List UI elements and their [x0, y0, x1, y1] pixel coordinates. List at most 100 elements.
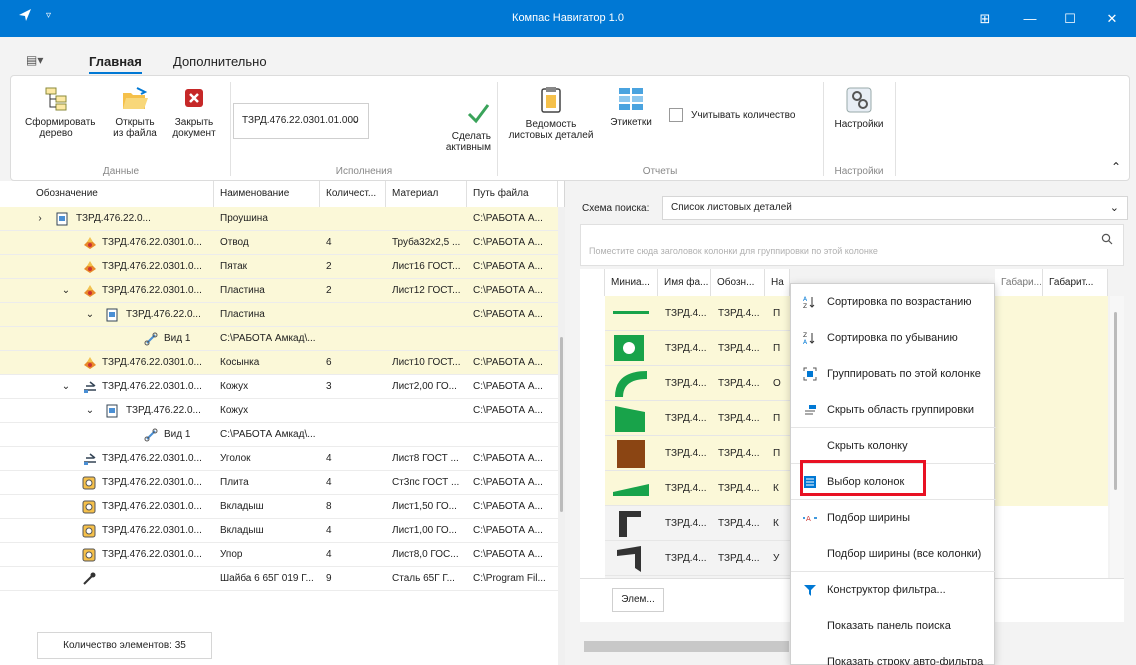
grid-row[interactable]: ТЗРД.4... ТЗРД.4... О [605, 366, 790, 401]
col-designation[interactable]: Обозначение [30, 181, 214, 207]
tree-row[interactable]: ТЗРД.476.22.0301.0... Упор 4 Лист8,0 ГОС...… [0, 543, 558, 567]
group-drop-area[interactable]: Поместите сюда заголовок колонки для гру… [580, 224, 1124, 266]
cell-quantity [326, 327, 384, 351]
settings-button[interactable]: Настройки [829, 86, 889, 130]
col-dimensions-2[interactable]: Габарит... [1043, 269, 1108, 296]
expand-chevron-icon[interactable]: ⌄ [84, 399, 96, 423]
col-designation-right[interactable]: Обозн... [711, 269, 765, 296]
make-active-button[interactable]: Сделать активным [431, 100, 491, 153]
col-quantity[interactable]: Количест... [320, 181, 386, 207]
close-document-button[interactable]: Закрыть документ [169, 86, 219, 139]
tree-row[interactable]: ТЗРД.476.22.0301.0... Вкладыш 4 Лист1,00 ГО… [0, 519, 558, 543]
tree-row[interactable]: ТЗРД.476.22.0301.0... Вкладыш 8 Лист1,50 ГО… [0, 495, 558, 519]
col-select[interactable] [580, 269, 605, 296]
search-schema-select[interactable]: Список листовых деталей ⌄ [662, 196, 1128, 220]
cell-name: Пластина [220, 309, 265, 320]
menu-icon[interactable]: ▤▾ [26, 53, 43, 67]
form-tree-button[interactable]: Сформировать дерево [25, 86, 96, 139]
open-folder-icon [123, 87, 148, 109]
expand-chevron-icon[interactable]: ⌄ [60, 375, 72, 399]
tab-additional[interactable]: Дополнительно [173, 54, 267, 69]
grid-scroll-thumb[interactable] [1114, 312, 1117, 490]
cell-material [392, 303, 466, 327]
grid-row[interactable]: ТЗРД.4... ТЗРД.4... К [605, 471, 790, 506]
collapse-ribbon-icon[interactable]: ⌃ [1111, 160, 1121, 174]
cell-designation: ТЗРД.476.22.0... [76, 213, 151, 224]
grid-row[interactable]: ТЗРД.4... ТЗРД.4... П [605, 331, 790, 366]
minimize-button[interactable]: — [1010, 0, 1050, 37]
count-quantity-checkbox[interactable] [669, 108, 683, 122]
tree-row[interactable]: ТЗРД.476.22.0301.0... Косынка 6 Лист10 ГОСТ… [0, 351, 558, 375]
tree-scrollbar[interactable] [558, 207, 565, 665]
tree-row[interactable]: Шайба 6 65Г 019 Г... 9 Сталь 65Г Г... C:\Pr… [0, 567, 558, 591]
cell-quantity: 2 [326, 261, 332, 272]
col-name[interactable]: Наименование [214, 181, 320, 207]
grid-row[interactable]: ТЗРД.4... ТЗРД.4... У [605, 541, 790, 576]
cell-quantity [326, 399, 384, 423]
menu-item[interactable]: A Подбор ширины [791, 500, 996, 536]
part-thumbnail-icon [615, 371, 647, 397]
annotation-highlight-box [800, 460, 926, 496]
grid-row[interactable]: ТЗРД.4... ТЗРД.4... П [605, 436, 790, 471]
tree-row[interactable]: ⌄ ТЗРД.476.22.0301.0... Пластина 2 Лист12 ГО… [0, 279, 558, 303]
grid-row[interactable]: ТЗРД.4... ТЗРД.4... П [605, 401, 790, 436]
tree-row[interactable]: ⌄ ТЗРД.476.22.0... Кожух C:\РАБОТА А... [0, 399, 558, 423]
cell-path: C:\РАБОТА А... [473, 525, 543, 536]
open-file-button[interactable]: Открыть из файла [111, 86, 159, 139]
elements-summary-button[interactable]: Элем... [612, 588, 664, 612]
restore-layout-icon[interactable]: ⊞ [965, 0, 1005, 37]
tree-row[interactable]: ТЗРД.476.22.0301.0... Пятак 2 Лист16 ГОСТ..… [0, 255, 558, 279]
menu-item[interactable]: Конструктор фильтра... [791, 572, 996, 608]
menu-item[interactable]: Группировать по этой колонке [791, 356, 996, 392]
tree-row[interactable]: › ТЗРД.476.22.0... Проушина C:\РАБОТА А... [0, 207, 558, 231]
row-selector-column [580, 296, 605, 578]
group-label-reports: Отчеты [642, 166, 678, 177]
cell-designation: ТЗРД.476.22.0301.0... [102, 453, 202, 464]
tree-row[interactable]: ТЗРД.476.22.0301.0... Уголок 4 Лист8 ГОСТ .… [0, 447, 558, 471]
execution-select[interactable]: ТЗРД.476.22.0301.01.000 ⌄ [233, 103, 369, 139]
col-dimensions-1[interactable]: Габари... [995, 269, 1043, 296]
menu-item[interactable]: Z A Сортировка по убыванию [791, 320, 996, 356]
ribbon-tabs: ▤▾ Главная Дополнительно [0, 37, 1136, 75]
close-button[interactable]: ✕ [1092, 0, 1132, 37]
menu-item[interactable]: Подбор ширины (все колонки) [791, 536, 996, 572]
tree-row[interactable]: ⌄ ТЗРД.476.22.0301.0... Кожух 3 Лист2,00 ГО.… [0, 375, 558, 399]
cell-designation: ТЗРД.476.22.0301.0... [102, 357, 202, 368]
cell-quantity [326, 303, 384, 327]
grid-row[interactable]: ТЗРД.4... ТЗРД.4... К [605, 506, 790, 541]
grid-row[interactable]: ТЗРД.4... ТЗРД.4... П [605, 296, 790, 331]
menu-item[interactable]: Показать панель поиска [791, 608, 996, 644]
menu-item[interactable]: Скрыть область группировки [791, 392, 996, 428]
col-material[interactable]: Материал [386, 181, 467, 207]
menu-item[interactable]: Скрыть колонку [791, 428, 996, 464]
menu-item[interactable]: Показать строку авто-фильтра [791, 644, 996, 665]
count-quantity-label: Учитывать количество [691, 110, 796, 121]
cell-designation: ТЗРД.4... [718, 448, 760, 459]
tree-row[interactable]: Вид 1 C:\РАБОТА Амкад\... [0, 327, 558, 351]
grid-scrollbar[interactable] [1110, 296, 1124, 578]
tree-row[interactable]: Вид 1 C:\РАБОТА Амкад\... [0, 423, 558, 447]
search-icon[interactable] [1101, 233, 1113, 245]
tree-panel: Обозначение Наименование Количест... Мат… [0, 181, 565, 665]
cell-path: C:\РАБОТА А... [473, 357, 543, 368]
col-path[interactable]: Путь файла [467, 181, 558, 207]
col-filename[interactable]: Имя фа... [658, 269, 711, 296]
collapse-chevron-icon[interactable]: › [34, 207, 46, 231]
expand-chevron-icon[interactable]: ⌄ [84, 303, 96, 327]
part-icon [82, 548, 96, 562]
maximize-button[interactable]: ☐ [1050, 0, 1090, 37]
cell-material [392, 423, 466, 447]
horizontal-scrollbar[interactable] [584, 641, 789, 652]
tab-home[interactable]: Главная [89, 54, 142, 74]
tree-row[interactable]: ТЗРД.476.22.0301.0... Плита 4 Ст3пс ГОСТ ..… [0, 471, 558, 495]
col-thumbnail[interactable]: Миниа... [605, 269, 658, 296]
tree-row[interactable]: ТЗРД.476.22.0301.0... Отвод 4 Труба32х2,5 .… [0, 231, 558, 255]
expand-chevron-icon[interactable]: ⌄ [60, 279, 72, 303]
sheet-parts-report-button[interactable]: Ведомость листовых деталей [501, 86, 601, 141]
menu-item[interactable]: A Z Сортировка по возрастанию [791, 284, 996, 320]
tree-row[interactable]: ⌄ ТЗРД.476.22.0... Пластина C:\РАБОТА А... [0, 303, 558, 327]
labels-button[interactable]: Этикетки [605, 86, 657, 128]
tree-scroll-thumb[interactable] [560, 337, 563, 512]
sort-desc-icon: ZA [803, 332, 815, 345]
col-name-right[interactable]: На [765, 269, 790, 296]
